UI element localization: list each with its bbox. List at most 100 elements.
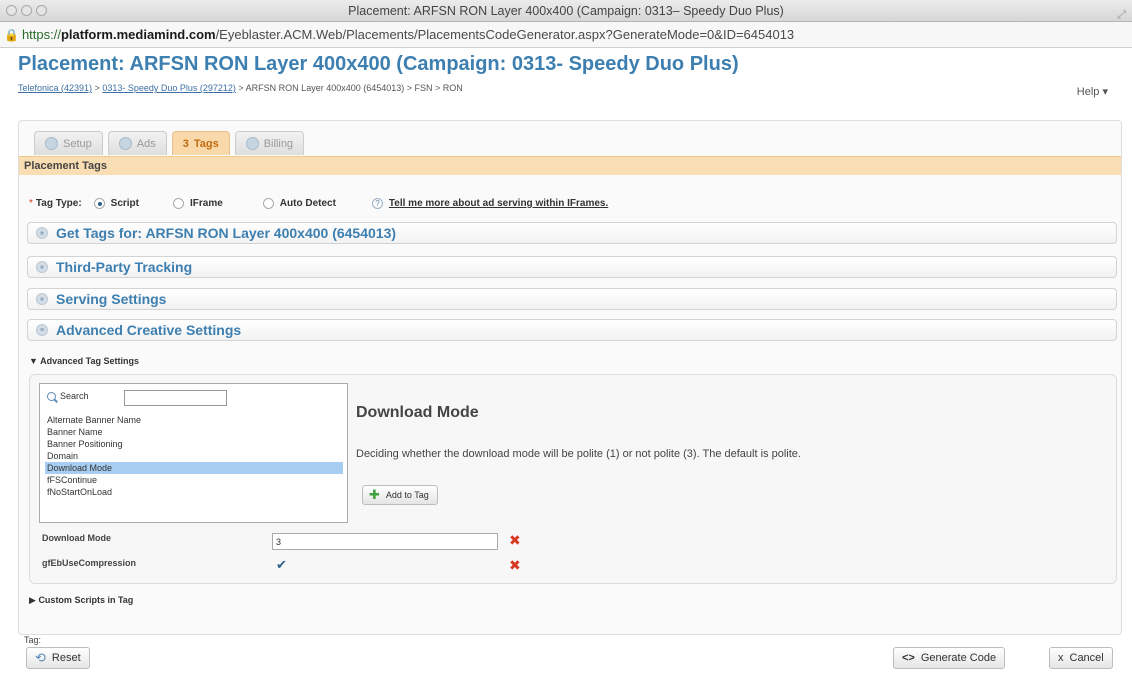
radio-auto-detect-label[interactable]: Auto Detect bbox=[280, 198, 336, 209]
accordion-get-tags[interactable]: » Get Tags for: ARFSN RON Layer 400x400 … bbox=[27, 222, 1117, 244]
param-row-compression: gfEbUseCompression ✔ ✖ bbox=[42, 557, 542, 578]
param-name: gfEbUseCompression bbox=[42, 558, 137, 568]
zoom-window-icon[interactable] bbox=[36, 5, 47, 16]
cancel-button[interactable]: x Cancel bbox=[1049, 647, 1113, 669]
radio-script[interactable]: Script bbox=[93, 198, 139, 209]
detail-description: Deciding whether the download mode will … bbox=[356, 448, 801, 460]
window-titlebar: Placement: ARFSN RON Layer 400x400 (Camp… bbox=[0, 0, 1132, 22]
delete-icon[interactable]: ✖ bbox=[509, 532, 521, 549]
code-icon: <> bbox=[902, 652, 915, 664]
add-to-tag-label: Add to Tag bbox=[385, 490, 429, 500]
list-item-selected[interactable]: Download Mode bbox=[45, 462, 343, 474]
search-label: Search bbox=[60, 391, 89, 401]
tab-ads-label: Ads bbox=[136, 137, 156, 150]
search-row: Search bbox=[47, 391, 89, 401]
plus-icon: ✚ bbox=[369, 487, 380, 502]
radio-iframe-label[interactable]: IFrame bbox=[190, 198, 223, 209]
page-title: Placement: ARFSN RON Layer 400x400 (Camp… bbox=[18, 53, 739, 75]
chevron-down-icon[interactable]: ▾ bbox=[1102, 86, 1108, 98]
advanced-tag-settings-label[interactable]: Advanced Tag Settings bbox=[40, 356, 139, 366]
address-bar[interactable]: 🔒 https://platform.mediamind.com/Eyeblast… bbox=[0, 22, 1132, 48]
reset-button[interactable]: ⟲ Reset bbox=[26, 647, 90, 669]
custom-scripts-toggle[interactable]: ▶ Custom Scripts in Tag bbox=[29, 595, 133, 606]
lock-icon: 🔒 bbox=[4, 28, 19, 42]
list-item[interactable]: Banner Positioning bbox=[45, 438, 343, 450]
tab-billing-label: Billing bbox=[263, 137, 294, 150]
advanced-tag-settings-toggle[interactable]: ▼ Advanced Tag Settings bbox=[29, 356, 139, 366]
breadcrumb-campaign-link[interactable]: 0313- Speedy Duo Plus (297212) bbox=[102, 83, 236, 93]
url-path: /Eyeblaster.ACM.Web/Placements/Placement… bbox=[215, 27, 795, 42]
url-protocol: https:// bbox=[21, 27, 61, 42]
help-question-icon: ? bbox=[371, 198, 383, 209]
breadcrumb: Telefonica (42391) > 0313- Speedy Duo Pl… bbox=[18, 83, 463, 93]
tab-setup[interactable]: Setup bbox=[34, 131, 103, 155]
list-item[interactable]: fFSContinue bbox=[45, 474, 343, 486]
download-mode-input[interactable] bbox=[272, 533, 498, 550]
help-menu[interactable]: Help ▾ bbox=[1077, 85, 1108, 98]
add-to-tag-button[interactable]: ✚ Add to Tag bbox=[362, 485, 438, 505]
expand-icon: » bbox=[36, 293, 48, 305]
radio-iframe[interactable]: IFrame bbox=[173, 198, 223, 209]
accordion-advanced-creative[interactable]: ≡ Advanced Creative Settings bbox=[27, 319, 1117, 341]
expand-icon: » bbox=[36, 227, 48, 239]
radio-iframe-button[interactable] bbox=[173, 198, 184, 209]
tag-type-label: Tag Type: bbox=[35, 198, 82, 209]
search-input[interactable] bbox=[124, 390, 227, 406]
list-item[interactable]: Banner Name bbox=[45, 426, 343, 438]
radio-auto-detect[interactable]: Auto Detect bbox=[262, 198, 336, 209]
minimize-window-icon[interactable] bbox=[21, 5, 32, 16]
close-window-icon[interactable] bbox=[6, 5, 17, 16]
generate-code-button[interactable]: <> Generate Code bbox=[893, 647, 1006, 669]
close-icon: x bbox=[1058, 652, 1064, 664]
triangle-down-icon[interactable]: ▼ bbox=[29, 356, 38, 366]
radio-auto-detect-button[interactable] bbox=[262, 198, 274, 209]
cancel-label: Cancel bbox=[1069, 652, 1104, 664]
tab-strip: Setup Ads 3 Tags Billing bbox=[34, 131, 305, 155]
help-label[interactable]: Help bbox=[1077, 86, 1100, 98]
param-row-download-mode: Download Mode ✖ bbox=[42, 532, 542, 553]
triangle-right-icon[interactable]: ▶ bbox=[29, 595, 36, 605]
main-panel: Setup Ads 3 Tags Billing Placement Tags … bbox=[18, 120, 1122, 645]
accordion-third-party-tracking[interactable]: » Third-Party Tracking bbox=[27, 256, 1117, 278]
radio-script-label[interactable]: Script bbox=[111, 198, 139, 209]
tag-type-row: * Tag Type: Script IFrame Auto Detect ? … bbox=[29, 198, 608, 209]
breadcrumb-advertiser-link[interactable]: Telefonica (42391) bbox=[18, 83, 92, 93]
reset-label: Reset bbox=[51, 652, 81, 664]
tab-tags-number: 3 bbox=[182, 137, 189, 150]
accordion-serving-settings[interactable]: » Serving Settings bbox=[27, 288, 1117, 310]
accordion-serving-label: Serving Settings bbox=[56, 290, 167, 307]
url-host: platform.mediamind.com bbox=[60, 27, 216, 42]
radio-script-button[interactable] bbox=[93, 198, 105, 209]
list-item[interactable]: fNoStartOnLoad bbox=[45, 486, 343, 498]
ads-status-icon bbox=[118, 137, 132, 150]
breadcrumb-rest: > ARFSN RON Layer 400x400 (6454013) > FS… bbox=[235, 83, 463, 93]
tab-ads[interactable]: Ads bbox=[107, 131, 167, 155]
tab-setup-label: Setup bbox=[63, 137, 92, 150]
window-title: Placement: ARFSN RON Layer 400x400 (Camp… bbox=[348, 4, 784, 18]
window-controls[interactable] bbox=[6, 5, 47, 16]
parameter-list[interactable]: Alternate Banner Name Banner Name Banner… bbox=[45, 414, 343, 498]
billing-status-icon bbox=[245, 137, 259, 150]
iframe-help-link[interactable]: Tell me more about ad serving within IFr… bbox=[389, 198, 608, 209]
accordion-get-tags-label: Get Tags for: ARFSN RON Layer 400x400 (6… bbox=[56, 224, 397, 241]
advanced-tag-settings-box: Search Alternate Banner Name Banner Name… bbox=[29, 374, 1117, 584]
section-header: Placement Tags bbox=[19, 156, 1121, 175]
tab-billing[interactable]: Billing bbox=[234, 131, 305, 155]
detail-title: Download Mode bbox=[356, 404, 479, 421]
list-item[interactable]: Alternate Banner Name bbox=[45, 414, 343, 426]
setup-status-icon bbox=[45, 137, 58, 150]
tab-tags[interactable]: 3 Tags bbox=[171, 131, 230, 155]
accordion-advanced-creative-label: Advanced Creative Settings bbox=[56, 321, 242, 338]
breadcrumb-separator: > bbox=[92, 83, 103, 93]
delete-icon[interactable]: ✖ bbox=[509, 557, 521, 574]
compression-checkbox[interactable]: ✔ bbox=[276, 558, 287, 572]
accordion-third-party-label: Third-Party Tracking bbox=[56, 258, 193, 275]
required-marker: * bbox=[29, 198, 33, 209]
search-icon bbox=[47, 391, 56, 401]
collapse-icon: ≡ bbox=[36, 324, 48, 336]
parameter-picker: Search Alternate Banner Name Banner Name… bbox=[39, 383, 348, 523]
custom-scripts-label[interactable]: Custom Scripts in Tag bbox=[38, 595, 133, 605]
tab-tags-label: Tags bbox=[193, 137, 219, 150]
list-item[interactable]: Domain bbox=[45, 450, 343, 462]
expand-icon: » bbox=[36, 261, 48, 273]
